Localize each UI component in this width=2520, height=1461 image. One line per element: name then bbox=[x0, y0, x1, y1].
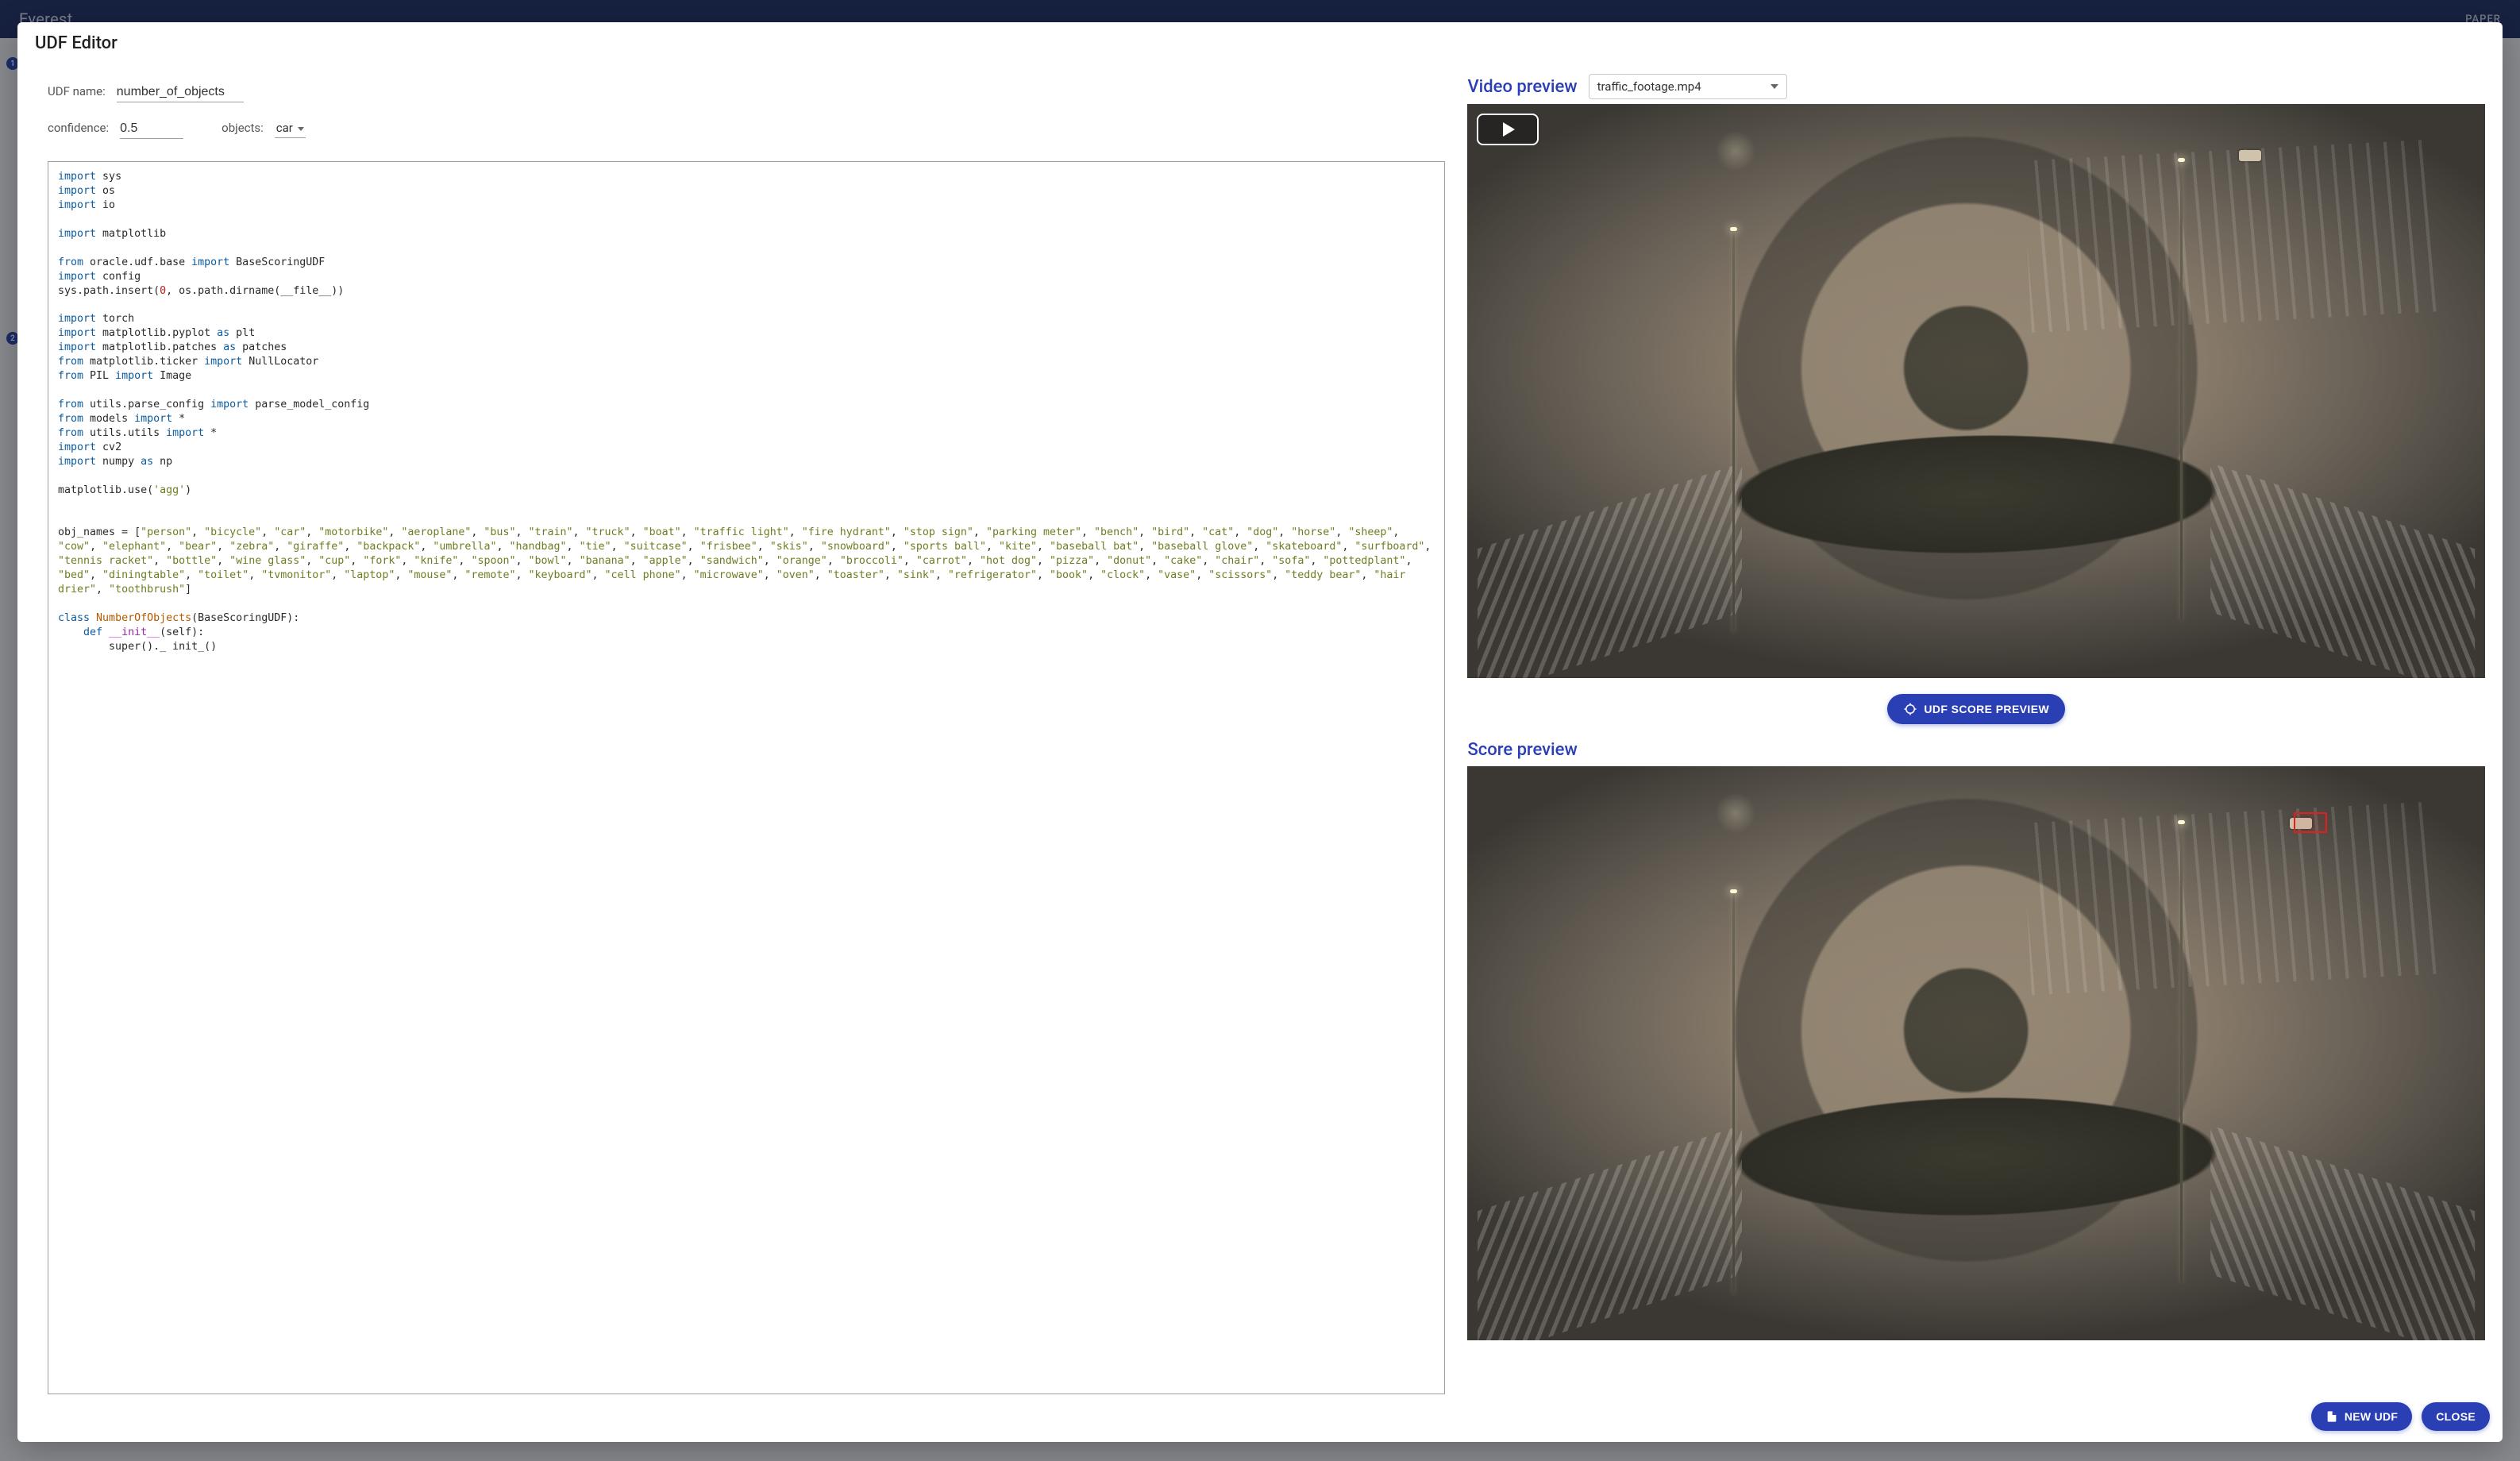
preview-right-column: Video preview traffic_footage.mp4 bbox=[1467, 74, 2485, 1394]
modal-title: UDF Editor bbox=[35, 33, 2485, 53]
play-button[interactable] bbox=[1477, 114, 1539, 145]
video-select-dropdown[interactable]: traffic_footage.mp4 bbox=[1589, 74, 1787, 99]
objects-select-value: car bbox=[276, 121, 293, 135]
video-preview-header: Video preview traffic_footage.mp4 bbox=[1467, 74, 2485, 99]
udf-name-row: UDF name: bbox=[48, 83, 1435, 102]
udf-name-input[interactable] bbox=[117, 83, 244, 102]
score-button-row: UDF SCORE PREVIEW bbox=[1467, 694, 2485, 724]
score-preview-title: Score preview bbox=[1467, 740, 2485, 760]
close-button[interactable]: CLOSE bbox=[2422, 1402, 2490, 1431]
code-editor[interactable]: import sys import os import io import ma… bbox=[48, 161, 1445, 1394]
modal-footer: NEW UDF CLOSE bbox=[17, 1394, 2503, 1442]
lamp-post bbox=[2180, 161, 2183, 620]
lamp-post bbox=[1732, 230, 1735, 632]
lamp-post bbox=[1732, 892, 1735, 1294]
road-markings bbox=[2023, 140, 2438, 333]
road-markings bbox=[2023, 801, 2438, 994]
target-icon bbox=[1903, 702, 1917, 716]
udf-score-preview-button[interactable]: UDF SCORE PREVIEW bbox=[1887, 694, 2065, 724]
udf-score-preview-label: UDF SCORE PREVIEW bbox=[1924, 703, 2049, 715]
editor-left-column: UDF name: confidence: objects: car impor… bbox=[37, 74, 1445, 1394]
new-udf-button[interactable]: NEW UDF bbox=[2311, 1402, 2412, 1431]
detection-bounding-box bbox=[2294, 812, 2327, 833]
modal-header: UDF Editor bbox=[17, 22, 2503, 58]
objects-label: objects: bbox=[222, 121, 264, 135]
play-icon bbox=[1503, 122, 1515, 137]
video-preview-frame[interactable] bbox=[1467, 104, 2485, 678]
chevron-down-icon bbox=[298, 127, 304, 131]
video-preview-title: Video preview bbox=[1467, 77, 1577, 97]
confidence-label: confidence: bbox=[48, 121, 109, 135]
modal-body: UDF name: confidence: objects: car impor… bbox=[17, 58, 2503, 1394]
close-label: CLOSE bbox=[2436, 1410, 2476, 1423]
score-preview-frame bbox=[1467, 766, 2485, 1340]
params-row: confidence: objects: car bbox=[48, 120, 1435, 139]
file-icon bbox=[2325, 1410, 2338, 1423]
code-content: import sys import os import io import ma… bbox=[58, 170, 1435, 654]
new-udf-label: NEW UDF bbox=[2345, 1410, 2398, 1423]
light-glow bbox=[1712, 127, 1759, 175]
lamp-post bbox=[2180, 823, 2183, 1282]
udf-name-label: UDF name: bbox=[48, 84, 106, 98]
objects-select[interactable]: car bbox=[275, 121, 306, 138]
vehicle bbox=[2239, 150, 2261, 161]
udf-editor-modal: UDF Editor UDF name: confidence: objects… bbox=[17, 22, 2503, 1442]
chevron-down-icon bbox=[1771, 84, 1778, 89]
video-select-value: traffic_footage.mp4 bbox=[1597, 79, 1701, 94]
confidence-input[interactable] bbox=[120, 120, 183, 139]
light-glow bbox=[1712, 789, 1759, 837]
